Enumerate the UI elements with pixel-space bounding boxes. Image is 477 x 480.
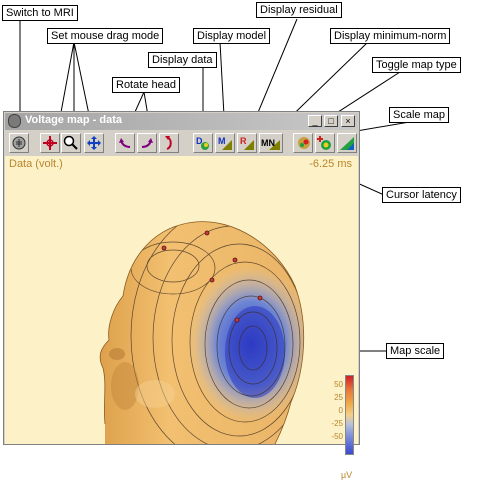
display-minimum-norm-icon: MN bbox=[261, 138, 280, 150]
display-data-icon: D bbox=[196, 136, 209, 150]
scale-tick-minus-25: -25 bbox=[331, 419, 343, 428]
rotate-right-arrow-icon bbox=[141, 138, 153, 148]
window-title: Voltage map - data bbox=[25, 114, 122, 126]
toggle-map-type-button[interactable] bbox=[293, 133, 313, 153]
voltage-map-canvas[interactable]: Data (volt.) -6.25 ms 50 25 0 -25 -50 µV bbox=[5, 156, 358, 480]
drag-mode-rotate-button[interactable] bbox=[40, 133, 60, 153]
svg-text:D: D bbox=[196, 136, 203, 146]
display-model-icon: M bbox=[218, 136, 232, 150]
rotate-vertical-arrow-icon bbox=[165, 136, 172, 150]
drag-mode-zoom-button[interactable] bbox=[61, 133, 81, 153]
maximize-button[interactable]: □ bbox=[324, 115, 338, 127]
rotate-left-button[interactable] bbox=[115, 133, 135, 153]
display-data-button[interactable]: D bbox=[193, 133, 213, 153]
close-button[interactable]: × bbox=[341, 115, 355, 127]
mri-head-icon bbox=[12, 136, 26, 150]
svg-text:R: R bbox=[240, 136, 247, 146]
head-voltage-map-image bbox=[99, 221, 305, 444]
minimize-button[interactable]: _ bbox=[308, 115, 322, 127]
rotate-left-arrow-icon bbox=[119, 138, 131, 148]
callout-scale-map: Scale map bbox=[389, 107, 449, 123]
svg-text:M: M bbox=[218, 136, 226, 146]
callout-display-minimum-norm: Display minimum-norm bbox=[330, 28, 451, 44]
callout-toggle-map-type: Toggle map type bbox=[372, 57, 461, 73]
drag-mode-pan-button[interactable] bbox=[84, 133, 104, 153]
title-bar[interactable]: Voltage map - data _ □ × bbox=[5, 113, 358, 130]
map-color-scale bbox=[345, 375, 354, 455]
callout-switch-to-mri: Switch to MRI bbox=[2, 5, 78, 21]
callout-display-data: Display data bbox=[148, 52, 217, 68]
voltage-map-window: Voltage map - data _ □ × D M R MN Data (… bbox=[3, 111, 360, 480]
toolbar: D M R MN bbox=[5, 131, 358, 155]
display-residual-button[interactable]: R bbox=[237, 133, 257, 153]
app-head-icon bbox=[8, 114, 21, 128]
scale-map-up-button[interactable] bbox=[315, 133, 335, 153]
scale-tick-0: 0 bbox=[338, 406, 343, 415]
switch-to-mri-button[interactable] bbox=[9, 133, 29, 153]
callout-set-mouse-drag-mode: Set mouse drag mode bbox=[47, 28, 164, 44]
scale-unit: µV bbox=[341, 470, 353, 480]
display-minimum-norm-button[interactable]: MN bbox=[259, 133, 283, 153]
scale-tick-minus-50: -50 bbox=[331, 432, 343, 441]
move-crosshair-red-icon bbox=[43, 136, 57, 150]
rotate-flip-button[interactable] bbox=[159, 133, 179, 153]
callout-display-model: Display model bbox=[193, 28, 271, 44]
scale-tick-50: 50 bbox=[334, 380, 343, 389]
callout-cursor-latency: Cursor latency bbox=[382, 187, 461, 203]
callout-rotate-head: Rotate head bbox=[112, 77, 180, 93]
scale-ramp-icon bbox=[340, 137, 354, 150]
svg-text:MN: MN bbox=[261, 138, 275, 148]
callout-map-scale: Map scale bbox=[386, 343, 445, 359]
magnifier-icon bbox=[63, 135, 78, 150]
head-map-icon bbox=[298, 137, 310, 149]
callout-display-residual: Display residual bbox=[256, 2, 342, 18]
pan-arrows-icon bbox=[87, 136, 101, 150]
scale-tick-25: 25 bbox=[334, 393, 343, 402]
scale-plus-icon bbox=[317, 136, 331, 150]
display-residual-icon: R bbox=[240, 136, 254, 150]
rotate-right-button[interactable] bbox=[137, 133, 157, 153]
display-model-button[interactable]: M bbox=[215, 133, 235, 153]
scale-map-down-button[interactable] bbox=[337, 133, 357, 153]
